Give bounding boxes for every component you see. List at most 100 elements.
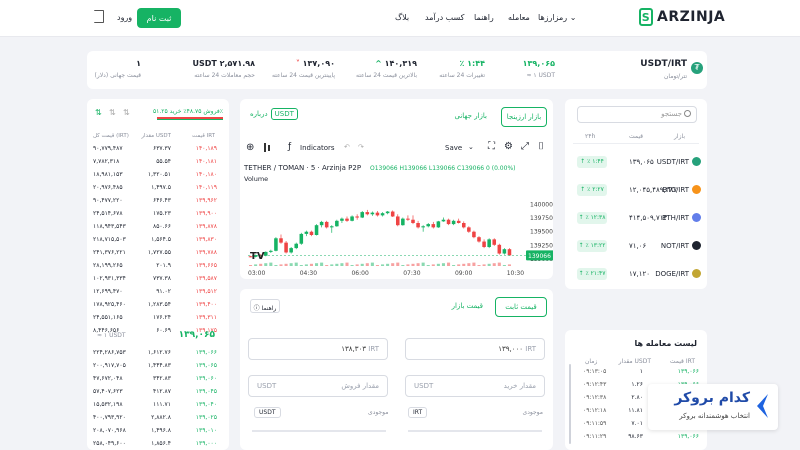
indicators-button[interactable]: Indicators [300,144,335,152]
sell-price-input[interactable]: ۱۳۸,۳۰۳ IRT [248,338,388,360]
candle-body [299,233,304,244]
ask-row[interactable]: ۱۳۹,۸۳۰ ۱,۵۶۴.۵ ۲۱۸,۷۱۵,۵۰۳ [87,234,229,246]
book-view-both-icon[interactable]: ⇅ [95,108,102,117]
ask-row[interactable]: ۱۴۰,۱۸۹ ۶۳۷.۳۷ ۹۰,۷۷۹,۴۸۷ [87,143,229,155]
market-row[interactable]: ↑ ٪ ۱:۴۴ ۱۳۹,۰۶۵ USDT/IRT [573,147,701,173]
bid-row[interactable]: ۱۳۹,۰۲۵ ۲,۸۸۲.۸ ۴۰۰,۷۹۳,۹۲۰ [87,412,229,424]
bid-row[interactable]: ۱۳۹,۰۴۵ ۴۱۲.۸۷ ۵۷,۴۰۷,۶۲۳ [87,386,229,398]
tab-market-price[interactable]: قیمت بازار [452,302,483,310]
x-tick-label: 03:00 [248,270,265,277]
tab-arzinja-market[interactable]: بازار ارزینجا [501,107,547,127]
ask-row[interactable]: ۱۳۹,۹۰۰ ۱۷۵.۲۳ ۲۴,۵۱۴,۶۷۸ [87,208,229,220]
buy-slider[interactable] [408,430,542,432]
candle-body [329,226,334,228]
ask-row[interactable]: ۱۳۹,۶۶۵ ۲۰۱.۹ ۲۸,۱۹۹,۲۶۵ [87,260,229,272]
market-row[interactable]: ↑ ٪ ۲۱:۴۷ ۱۷,۱۲۰ DOGE/IRT [573,259,701,285]
sell-amount-input[interactable]: USDT مقدار فروش [248,375,388,397]
save-button[interactable]: Save [445,144,462,152]
ask-row[interactable]: ۱۳۹,۴۰۰ ۱,۲۸۳.۵۴ ۱۷۸,۹۲۵,۴۶۰ [87,299,229,311]
ask-row[interactable]: ۱۳۹,۳۱۱ ۱۷۶.۲۴ ۲۴,۵۵۱,۱۶۵ [87,312,229,324]
volume-bar [294,262,298,266]
nav-trade[interactable]: معامله [508,13,530,22]
ask-row[interactable]: ۱۳۹,۹۶۲ ۶۴۶.۴۳ ۹۰,۴۷۷,۲۲۰ [87,195,229,207]
candle-body [421,226,425,228]
book-view-asks-icon[interactable]: ⇅ [123,108,130,117]
bid-row[interactable]: ۱۳۹,۰۰۰ ۱,۸۵۶.۴ ۲۵۸,۰۴۹,۶۰۰ [87,438,229,450]
ask-row[interactable]: ۱۳۹,۸۷۸ ۸۵۰.۶۶ ۱۱۸,۹۴۳,۵۴۳ [87,221,229,233]
y-tick-label: 139750 [530,215,553,222]
fullscreen-icon[interactable]: ⛶ [488,141,495,152]
buy-amount-input[interactable]: USDT مقدار خرید [405,375,545,397]
about-usdt-link[interactable]: درباره USDT [250,108,298,120]
tab-fixed-price[interactable]: قیمت ثابت [495,297,547,317]
undo-icon[interactable]: ↶ [344,143,350,151]
market-row[interactable]: ↑ ٪ ۲:۲۷ ۱۲,۰۴۵,۴۸۹,۲۸۷ BTC/IRT [573,175,701,201]
arrow-up-icon: ↑ [578,270,584,277]
trade-time: ۰۹:۱۱:۲۹ [583,433,607,440]
add-icon[interactable]: ⊕ [246,142,254,153]
tab-global-market[interactable]: بازار جهانی [455,112,487,120]
watermark-subtitle: انتخاب هوشمندانه بروکر [679,412,750,420]
ask-row[interactable]: ۱۴۰,۱۸۱ ۵۵.۵۴ ۷,۷۸۲,۳۱۸ [87,156,229,168]
bid-row[interactable]: ۱۳۹,۰۶۰ ۳۴۲.۸۳ ۴۷,۶۷۲,۰۴۸ [87,373,229,385]
market-change-badge: ↑ ٪ ۱۲:۳۸ [577,212,607,224]
bid-row[interactable]: ۱۳۹,۰۶۶ ۱,۶۱۲.۷۶ ۲۲۴,۲۸۶,۷۵۳ [87,347,229,359]
ask-row[interactable]: ۱۳۹,۷۸۸ ۱,۷۲۷.۵۵ ۲۴۱,۳۷۶,۲۲۱ [87,247,229,259]
ticker-global-price: ۱ قیمت جهانی (دلار) [94,59,142,79]
candle-body [309,231,314,235]
indicators-icon[interactable]: ƒ [288,142,291,152]
market-price: ۷۱,۰۶ [629,242,647,250]
volume-bar [502,265,506,266]
x-tick-label: 04:30 [300,270,317,277]
nav-cryptos[interactable]: رمزارزها ⌄ [538,13,576,22]
redo-icon[interactable]: ↷ [358,143,364,151]
bid-row[interactable]: ۱۳۹,۰۶۵ ۱,۴۴۴.۸۳ ۲۰۰,۹۱۷,۷۰۵ [87,360,229,372]
ticker-volume: USDT ۲,۵۷۱.۹۸ حجم معاملات 24 ساعته [192,59,255,79]
book-price: ۱۴۰,۱۱۹ [195,184,217,191]
book-total: ۱۵,۵۳۲,۱۹۸ [93,401,123,408]
ask-row[interactable]: ۱۳۹,۵۱۲ ۹۱.۰۲ ۱۲,۶۹۹,۴۷۰ [87,286,229,298]
x-tick-label: 10:30 [507,270,524,277]
buy-price-input[interactable]: ۱۳۹,۰۰۰ IRT [405,338,545,360]
sell-slider[interactable] [252,430,386,432]
login-link[interactable]: ورود [117,13,132,22]
expand-icon[interactable]: ⤢ [521,141,529,152]
market-price: ۱۷,۱۲۰ [629,270,651,278]
signup-button[interactable]: ثبت نام [137,8,181,28]
market-row[interactable]: ↑ ٪ ۱۲:۳۸ ۴۱۴,۵۰۹,۷۱۳ ETH/IRT [573,203,701,229]
book-view-bids-icon[interactable]: ⇅ [109,108,116,117]
market-change-badge: ↑ ٪ ۱:۴۴ [577,156,607,168]
bid-row[interactable]: ۱۳۹,۰۴۰ ۱۱۱.۷۱ ۱۵,۵۳۲,۱۹۸ [87,399,229,411]
price-chart[interactable]: TETHER / TOMAN · 5 · Arzinja P2P O139066 … [240,159,553,279]
ask-row[interactable]: ۱۴۰,۱۱۹ ۱,۴۹۷.۵ ۲۰,۹۷۶,۴۸۵ [87,182,229,194]
top-header: S ARZINJA رمزارزها ⌄ معامله راهنما کسب د… [0,0,800,37]
candle-body [395,216,400,226]
ask-row[interactable]: ۱۳۹,۵۸۷ ۷۳۷.۳۸ ۱۰۲,۹۳۱,۳۳۴ [87,273,229,285]
login-icon[interactable] [94,10,104,23]
nav-blog[interactable]: بلاگ [395,13,409,22]
scrollbar[interactable] [569,364,571,444]
ticker-high: ^ ۱۴۰,۳۱۹ بالاترین قیمت 24 ساعته [355,59,417,79]
book-last-price-sub: ≈ ۱ USDT [97,332,126,339]
market-header-pair: بازار [674,133,685,140]
bid-row[interactable]: ۱۳۹,۰۱۰ ۱,۴۹۶.۸ ۲۰۸,۰۷۰,۹۶۸ [87,425,229,437]
book-price: ۱۳۹,۰۲۵ [195,414,217,421]
divider [573,143,699,144]
arrow-up-icon: ↑ [580,186,586,193]
ask-row[interactable]: ۱۴۰,۱۸۰ ۱,۳۲۰.۵۱ ۱۸,۹۸۱,۱۵۳ [87,169,229,181]
nav-earn[interactable]: کسب درآمد [425,13,464,22]
candle-body [350,216,354,221]
market-row[interactable]: ↑ ٪ ۱۳:۲۲ ۷۱,۰۶ NOT/IRT [573,231,701,257]
guide-button[interactable]: ⓘ راهنما [250,299,280,313]
book-price: ۱۳۹,۹۰۰ [195,210,217,217]
nav-guide[interactable]: راهنما [474,13,494,22]
camera-icon[interactable]: ⌷ [538,141,544,152]
chevron-down-icon[interactable]: ⌄ [468,143,474,151]
book-amount: ۱۱۱.۷۱ [152,401,171,408]
book-amount: ۴۱۲.۸۷ [152,388,171,395]
gear-icon[interactable]: ⚙ [504,141,513,152]
market-search-input[interactable]: جستجو [577,106,697,123]
x-tick-label: 09:00 [455,270,472,277]
arzinja-logo[interactable]: S ARZINJA [639,8,725,26]
candle-type-icon[interactable] [264,143,266,152]
